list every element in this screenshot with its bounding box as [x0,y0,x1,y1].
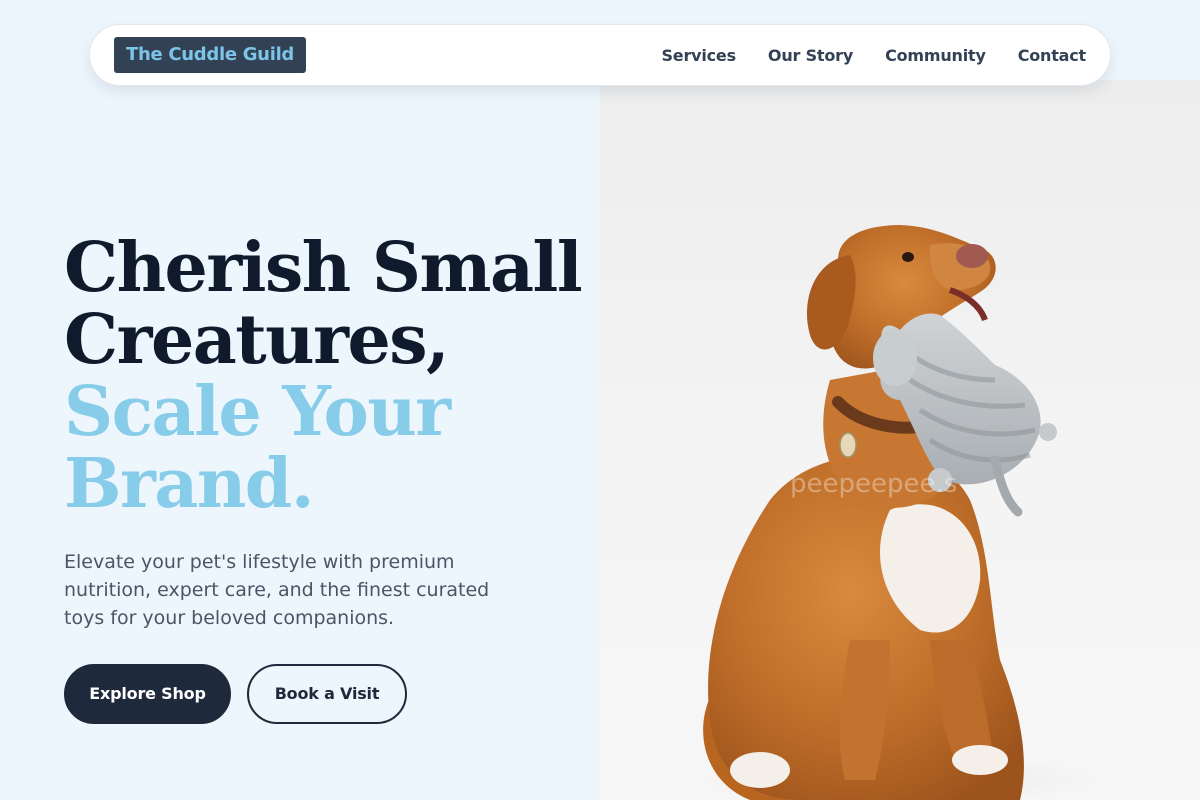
top-nav: The Cuddle Guild Services Our Story Comm… [89,24,1111,86]
explore-shop-button[interactable]: Explore Shop [64,664,231,724]
image-watermark: peepeepee.s [790,469,957,499]
headline-line-1: Cherish Small [64,228,583,308]
headline-accent-line-2: Brand. [64,444,315,524]
landing-page: peepeepee.s The Cuddle Guild Services Ou… [0,0,1200,800]
nav-link-community[interactable]: Community [885,46,986,65]
nav-link-contact[interactable]: Contact [1018,46,1087,65]
nav-link-our-story[interactable]: Our Story [768,46,853,65]
nav-link-services[interactable]: Services [661,46,736,65]
headline-accent-line-1: Scale Your [64,372,451,452]
hero-subtext: Elevate your pet's lifestyle with premiu… [64,551,490,629]
hero-headline: Cherish Small Creatures, Scale Your Bran… [64,228,583,524]
brand-logo[interactable]: The Cuddle Guild [114,37,307,73]
dog-illustration: peepeepee.s [670,225,1130,800]
book-visit-button[interactable]: Book a Visit [247,664,407,724]
headline-line-2: Creatures, [64,300,450,380]
nav-links: Services Our Story Community Contact [661,25,1086,85]
hero-image: peepeepee.s [600,80,1200,800]
